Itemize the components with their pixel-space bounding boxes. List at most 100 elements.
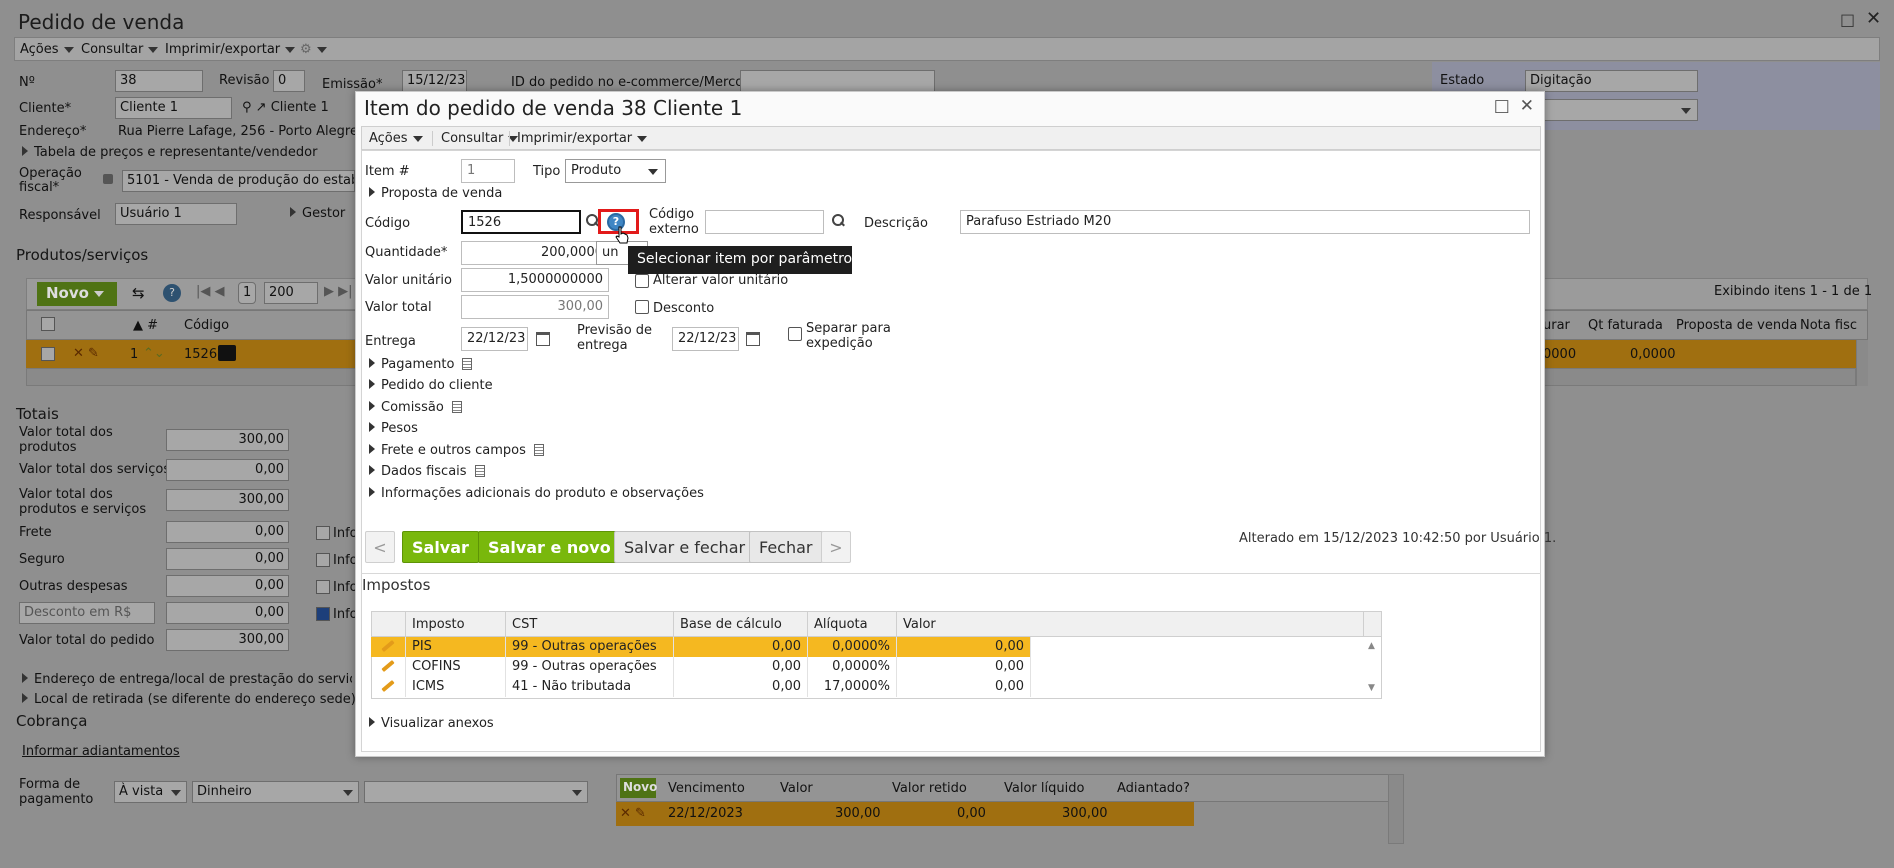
row-checkbox[interactable] [41, 347, 55, 361]
impostos-scroll-up-icon[interactable]: ▲ [1368, 641, 1375, 651]
outras-despesas-value[interactable]: 0,00 [166, 575, 289, 597]
tabela-precos-expander[interactable]: Tabela de preços e representante/vendedo… [22, 145, 317, 160]
visualizar-anexos-expander[interactable]: Visualizar anexos [369, 716, 494, 731]
camera-icon[interactable] [218, 345, 236, 361]
col-valor[interactable]: Valor [897, 611, 1364, 637]
tipo-select[interactable]: Produto [565, 159, 666, 183]
desconto-checkbox[interactable] [635, 300, 649, 314]
cliente-field[interactable]: Cliente 1 [115, 97, 232, 119]
row-reorder-icon[interactable]: ⌃⌄ [143, 346, 165, 361]
ecommerce-field[interactable] [740, 70, 935, 92]
operacao-field[interactable]: 5101 - Venda de produção do estabel [122, 170, 355, 192]
col-qt-faturada-header[interactable]: Qt faturada [1588, 318, 1663, 333]
menu-imprimir[interactable]: Imprimir/exportar [165, 42, 296, 57]
col-aliquota[interactable]: Alíquota [808, 611, 897, 637]
edit-pencil-icon[interactable] [381, 679, 395, 693]
quantidade-input[interactable]: 200,0000 [461, 241, 609, 265]
close-icon[interactable]: ✕ [1866, 8, 1881, 29]
col-imposto[interactable]: Imposto [406, 611, 506, 637]
salvar-fechar-button[interactable]: Salvar e fechar [614, 531, 756, 563]
entrega-input[interactable]: 22/12/23 [461, 327, 528, 351]
menu-consultar[interactable]: Consultar [432, 131, 519, 146]
help-icon-bg[interactable]: ? [163, 284, 181, 302]
col-adiantado[interactable]: Adiantado? [1117, 781, 1190, 796]
menu-acoes[interactable]: Ações [369, 131, 423, 146]
seguro-checkbox[interactable] [316, 553, 330, 567]
prev-button[interactable]: < [365, 531, 395, 563]
chat-icon[interactable]: □ [1840, 10, 1855, 29]
forma-avista-select[interactable]: À vista [114, 781, 187, 803]
alterar-valor-checkbox[interactable] [635, 274, 649, 288]
codigo-search-icon[interactable] [586, 214, 598, 226]
codigo-externo-input[interactable] [705, 210, 824, 234]
cliente-link[interactable]: ⚲ ↗ Cliente 1 [242, 100, 329, 115]
menu-consultar[interactable]: Consultar [81, 42, 159, 57]
impostos-scroll-down-icon[interactable]: ▼ [1368, 683, 1375, 693]
item-field[interactable]: 1 [461, 159, 515, 183]
cobranca-vscrollbar[interactable] [1388, 774, 1404, 844]
edit-pencil-icon[interactable] [381, 659, 395, 673]
previsao-input[interactable]: 22/12/23 [672, 327, 739, 351]
codigo-externo-search-icon[interactable] [832, 214, 844, 226]
salvar-novo-button[interactable]: Salvar e novo [478, 531, 621, 563]
salvar-button[interactable]: Salvar [402, 531, 479, 563]
informar-adiantamentos-link[interactable]: Informar adiantamentos [22, 744, 180, 759]
page-number[interactable]: 1 [238, 282, 256, 304]
entrega-calendar-icon[interactable] [536, 332, 550, 346]
frete-checkbox[interactable] [316, 526, 330, 540]
frete-value[interactable]: 0,00 [166, 521, 289, 543]
pagination-next-icon[interactable]: ▶ ▶| [324, 284, 353, 299]
refresh-icon[interactable]: ⇆ [132, 284, 145, 302]
pagination-first-icon[interactable]: |◀ ◀ [196, 284, 225, 299]
col-cst[interactable]: CST [506, 611, 674, 637]
col-valor-liquido[interactable]: Valor líquido [1004, 781, 1084, 796]
gestor-label[interactable]: Gestor [290, 206, 345, 221]
separar-checkbox[interactable] [788, 327, 802, 341]
cobranca-novo-button[interactable]: Novo [620, 778, 657, 798]
menu-acoes[interactable]: Ações [20, 42, 74, 57]
novo-button[interactable]: Novo [37, 282, 117, 306]
desconto-select[interactable]: Desconto em R$ [19, 602, 155, 624]
proposta-expander[interactable]: Proposta de venda [369, 186, 502, 201]
menu-imprimir[interactable]: Imprimir/exportar [509, 131, 648, 146]
col-vencimento[interactable]: Vencimento [668, 781, 745, 796]
col-proposta-header[interactable]: Proposta de venda [1676, 318, 1797, 333]
previsao-calendar-icon[interactable] [746, 332, 760, 346]
col-nota-header[interactable]: Nota fisc [1800, 318, 1857, 333]
produtos-vscrollbar[interactable] [1856, 340, 1868, 386]
col-num-header[interactable]: ▲ # [133, 318, 158, 333]
pedido-cliente-expander[interactable]: Pedido do cliente [369, 378, 493, 393]
page-size-select[interactable]: 200 [264, 282, 318, 304]
fechar-button[interactable]: Fechar [749, 531, 823, 563]
chat-icon[interactable]: □ [1494, 96, 1510, 116]
informacoes-adicionais-expander[interactable]: Informações adicionais do produto e obse… [369, 486, 704, 501]
descricao-input[interactable]: Parafuso Estriado M20 [960, 210, 1530, 234]
dados-fiscais-expander[interactable]: Dados fiscais [369, 464, 485, 479]
frete-expander[interactable]: Frete e outros campos [369, 443, 544, 458]
outras-despesas-checkbox[interactable] [316, 580, 330, 594]
cobranca-row-icons[interactable]: ✕ ✎ [620, 806, 646, 821]
numero-field[interactable]: 38 [115, 70, 203, 92]
next-button[interactable]: > [821, 531, 851, 563]
endereco-entrega-expander[interactable]: Endereço de entrega/local de prestação d… [22, 672, 352, 687]
desconto-value[interactable]: 0,00 [166, 602, 289, 624]
desconto-checkbox[interactable] [316, 607, 330, 621]
seguro-value[interactable]: 0,00 [166, 548, 289, 570]
col-valor-retido[interactable]: Valor retido [892, 781, 967, 796]
estado-select[interactable] [1540, 99, 1698, 121]
forma-dinheiro-select[interactable]: Dinheiro [192, 781, 359, 803]
codigo-input[interactable]: 1526 [461, 210, 581, 234]
local-retirada-expander[interactable]: Local de retirada (se diferente do ender… [22, 692, 356, 707]
forma-extra-select[interactable] [364, 781, 588, 803]
col-codigo-header[interactable]: Código [184, 318, 229, 333]
revisao-field[interactable]: 0 [273, 70, 305, 92]
row-delete-icon[interactable]: ✕ ✎ [73, 346, 99, 361]
col-valor[interactable]: Valor [780, 781, 813, 796]
col-base-calculo[interactable]: Base de cálculo [674, 611, 808, 637]
pagamento-expander[interactable]: Pagamento [369, 357, 473, 372]
settings-icon[interactable]: ⚙ [300, 42, 327, 57]
select-all-checkbox[interactable] [41, 317, 55, 331]
emissao-field[interactable]: 15/12/23 [402, 70, 467, 92]
close-icon[interactable]: ✕ [1520, 96, 1534, 116]
col-faturar-header[interactable]: urar [1543, 318, 1570, 333]
